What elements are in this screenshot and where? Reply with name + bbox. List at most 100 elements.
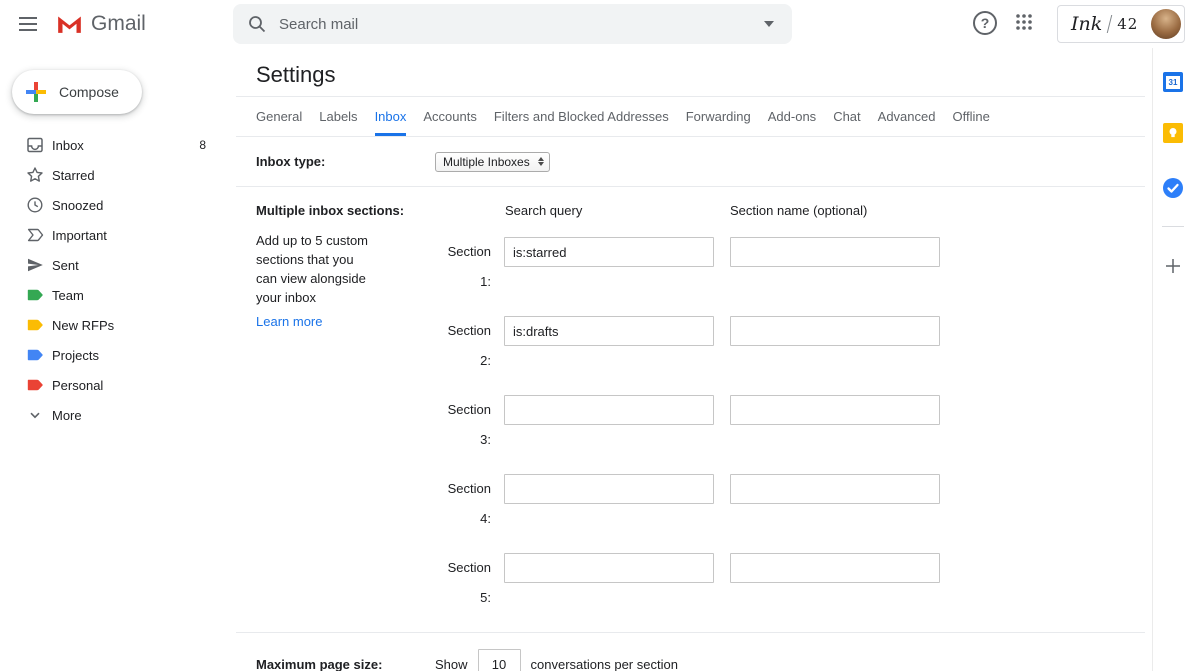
tab-labels[interactable]: Labels — [319, 97, 357, 136]
sidebar: Compose Inbox 8 Starred Snoozed — [0, 48, 256, 671]
tab-general[interactable]: General — [256, 97, 302, 136]
avatar[interactable] — [1151, 9, 1181, 39]
settings-main: Settings General Labels Inbox Accounts F… — [236, 48, 1145, 671]
send-icon — [26, 256, 44, 274]
app-name: Gmail — [91, 12, 146, 36]
section-row-5: Section 5: — [435, 553, 1145, 613]
settings-tabs: General Labels Inbox Accounts Filters an… — [236, 96, 1145, 137]
get-add-ons-plus-icon[interactable] — [1164, 257, 1182, 275]
account-chip[interactable]: Ink 42 — [1057, 5, 1185, 43]
hamburger-menu-icon[interactable] — [8, 4, 48, 44]
sidebar-item-label-new-rfps[interactable]: New RFPs — [0, 310, 256, 340]
section-3-query-input[interactable] — [504, 395, 714, 425]
sidebar-item-label: Personal — [52, 378, 103, 393]
section-1-name-input[interactable] — [730, 237, 940, 267]
inbox-icon — [26, 136, 44, 154]
tab-add-ons[interactable]: Add-ons — [768, 97, 816, 136]
sidebar-item-label: Team — [52, 288, 84, 303]
sidebar-item-label: Inbox — [52, 138, 84, 153]
help-icon[interactable]: ? — [973, 11, 997, 35]
rail-divider — [1162, 226, 1184, 227]
sidebar-item-snoozed[interactable]: Snoozed — [0, 190, 256, 220]
chevron-down-icon — [26, 406, 44, 424]
page-size-input[interactable] — [478, 649, 521, 671]
sidebar-item-label-projects[interactable]: Projects — [0, 340, 256, 370]
calendar-icon[interactable]: 31 — [1163, 72, 1183, 92]
label-icon — [26, 376, 44, 394]
sidebar-item-sent[interactable]: Sent — [0, 250, 256, 280]
brand-number: 42 — [1117, 15, 1138, 33]
multicolor-plus-icon — [26, 82, 46, 102]
gmail-settings-page: Gmail ? Ink 42 — [0, 0, 1193, 671]
compose-button[interactable]: Compose — [12, 70, 142, 114]
sections-label: Multiple inbox sections: — [256, 203, 435, 218]
gmail-logo: Gmail — [56, 0, 146, 48]
inbox-type-label: Inbox type: — [256, 154, 435, 169]
page-size-suffix: conversations per section — [531, 657, 678, 671]
label-icon — [26, 316, 44, 334]
section-4-label: Section 4: — [435, 474, 504, 534]
sidebar-item-important[interactable]: Important — [0, 220, 256, 250]
learn-more-link[interactable]: Learn more — [256, 314, 322, 329]
sidebar-nav: Inbox 8 Starred Snoozed Important — [0, 130, 256, 430]
tab-accounts[interactable]: Accounts — [423, 97, 476, 136]
section-2-label: Section 2: — [435, 316, 504, 376]
tab-offline[interactable]: Offline — [952, 97, 989, 136]
section-3-label: Section 3: — [435, 395, 504, 455]
section-1-label: Section 1: — [435, 237, 504, 297]
tasks-icon[interactable] — [1163, 178, 1183, 198]
sidebar-item-label-team[interactable]: Team — [0, 280, 256, 310]
sections-description: Add up to 5 custom sections that you can… — [256, 231, 378, 307]
sections-row: Multiple inbox sections: Add up to 5 cus… — [236, 187, 1145, 633]
page-size-prefix: Show — [435, 657, 468, 671]
label-icon — [26, 346, 44, 364]
section-2-name-input[interactable] — [730, 316, 940, 346]
page-size-row: Maximum page size: Show conversations pe… — [236, 633, 1145, 671]
inbox-type-select[interactable]: Multiple Inboxes — [435, 152, 550, 172]
search-bar[interactable] — [233, 4, 792, 44]
section-row-4: Section 4: — [435, 474, 1145, 534]
gmail-m-icon — [56, 14, 83, 34]
tab-forwarding[interactable]: Forwarding — [686, 97, 751, 136]
section-name-header: Section name (optional) — [730, 203, 867, 223]
search-query-header: Search query — [505, 203, 714, 223]
section-5-name-input[interactable] — [730, 553, 940, 583]
sidebar-item-more[interactable]: More — [0, 400, 256, 430]
right-side-panel: 31 — [1152, 48, 1193, 671]
sidebar-item-label: New RFPs — [52, 318, 114, 333]
select-arrows-icon — [538, 154, 544, 169]
sidebar-item-label: Snoozed — [52, 198, 103, 213]
clock-icon — [26, 196, 44, 214]
sidebar-item-starred[interactable]: Starred — [0, 160, 256, 190]
tab-advanced[interactable]: Advanced — [878, 97, 936, 136]
inbox-unread-count: 8 — [199, 138, 206, 152]
section-4-name-input[interactable] — [730, 474, 940, 504]
page-size-label: Maximum page size: — [256, 657, 435, 671]
section-2-query-input[interactable] — [504, 316, 714, 346]
section-3-name-input[interactable] — [730, 395, 940, 425]
section-4-query-input[interactable] — [504, 474, 714, 504]
page-size-control: Show conversations per section — [435, 649, 678, 671]
sections-header-row: Search query Section name (optional) — [435, 203, 1145, 223]
tab-inbox[interactable]: Inbox — [375, 97, 407, 136]
section-1-query-input[interactable] — [504, 237, 714, 267]
sidebar-item-label-personal[interactable]: Personal — [0, 370, 256, 400]
brand-divider — [1107, 15, 1112, 33]
section-5-query-input[interactable] — [504, 553, 714, 583]
sidebar-item-label: Projects — [52, 348, 99, 363]
sidebar-item-label: Sent — [52, 258, 79, 273]
search-input[interactable] — [279, 16, 752, 33]
tab-chat[interactable]: Chat — [833, 97, 860, 136]
inbox-type-value: Multiple Inboxes — [443, 155, 530, 169]
tab-filters[interactable]: Filters and Blocked Addresses — [494, 97, 669, 136]
search-options-chevron-icon[interactable] — [752, 11, 786, 37]
inbox-type-row: Inbox type: Multiple Inboxes — [236, 137, 1145, 187]
apps-grid-icon[interactable] — [1015, 13, 1033, 31]
calendar-day: 31 — [1166, 76, 1180, 89]
topbar: Gmail ? Ink 42 — [0, 0, 1193, 48]
sidebar-item-inbox[interactable]: Inbox 8 — [0, 130, 256, 160]
keep-icon[interactable] — [1163, 123, 1183, 143]
section-5-label: Section 5: — [435, 553, 504, 613]
sections-grid: Search query Section name (optional) Sec… — [435, 203, 1145, 613]
brand-wordmark: Ink — [1071, 13, 1102, 35]
